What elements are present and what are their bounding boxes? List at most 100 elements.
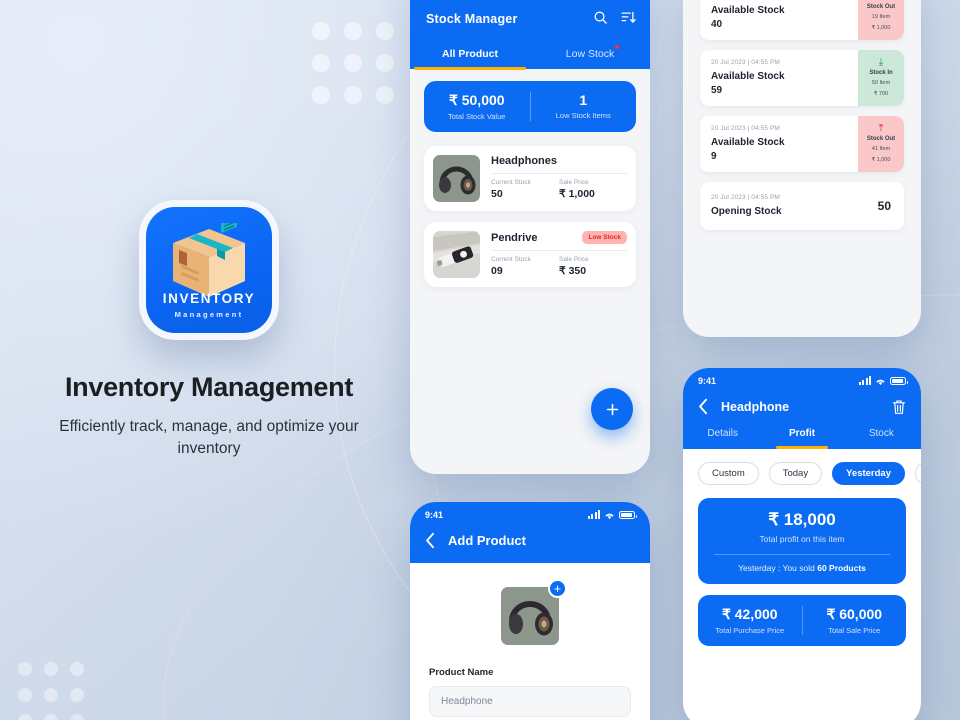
add-product-screen: 9:41 Add Product + Product Name Headphon… [410, 502, 650, 720]
arrow-up-icon: ⤒ [879, 0, 883, 2]
tab-stock[interactable]: Stock [842, 419, 921, 449]
page-subtitle: Efficiently track, manage, and optimize … [59, 418, 359, 458]
dot [44, 714, 58, 720]
list-item-content: Headphones Current Stock 50 Sale Price ₹… [491, 155, 627, 202]
app-logo-tile: INVENTORY Management [146, 207, 272, 333]
dot [18, 662, 32, 676]
stat-low-stock-items: 1 Low Stock Items [529, 92, 637, 121]
list-item[interactable]: Pendrive Low Stock Current Stock 09 Sale… [424, 222, 636, 287]
status-bar: 9:41 [410, 502, 650, 523]
history-label-text: Opening Stock [711, 205, 782, 217]
dot [44, 662, 58, 676]
dot [70, 714, 84, 720]
badge-qty: 41 Item [871, 145, 891, 152]
history-label-text: Available Stock [711, 137, 785, 148]
history-value: 40 [711, 18, 723, 30]
total-profit-caption: Total profit on this item [759, 534, 845, 544]
sold-count: 60 Products [817, 563, 866, 573]
sold-summary: Yesterday : You sold 60 Products [710, 555, 894, 584]
dot [376, 22, 394, 40]
search-icon[interactable] [593, 10, 608, 30]
stock-manager-tabs: All Product Low Stock [410, 40, 650, 70]
stock-history-list: 20 Jul 2023 | 04:55 PM Available Stock 40… [683, 0, 921, 230]
metric-value: 09 [491, 265, 503, 277]
badge-type: Stock In [869, 69, 893, 76]
list-item[interactable]: Headphones Current Stock 50 Sale Price ₹… [424, 146, 636, 211]
decorative-dot-grid-top [312, 22, 394, 104]
stock-manager-screen: Stock Manager All Product Low Stock ₹ 50… [410, 0, 650, 474]
history-value: 59 [711, 84, 723, 96]
stats-card: ₹ 50,000 Total Stock Value 1 Low Stock I… [424, 81, 636, 132]
timestamp: 20 Jul 2023 | 04:55 PM [711, 59, 780, 66]
sort-descending-icon[interactable] [621, 10, 636, 30]
stock-manager-body: ₹ 50,000 Total Stock Value 1 Low Stock I… [410, 69, 650, 310]
timestamp: 20 Jul 2023 | 04:55 PM [711, 125, 780, 132]
table-row[interactable]: 20 Jul 2023 | 04:55 PM Available Stock 9 … [700, 116, 904, 172]
stock-out-badge: ⤒ Stock Out 41 Item ₹ 1,000 [858, 116, 904, 172]
chip-custom[interactable]: Custom [698, 462, 759, 485]
trash-icon[interactable] [892, 399, 906, 415]
arrow-down-icon: ⤓ [878, 56, 884, 68]
metric-sale-price: Sale Price ₹ 1,000 [559, 179, 627, 200]
poster-canvas: INVENTORY Management Inventory Managemen… [0, 0, 960, 720]
tab-low-stock[interactable]: Low Stock [530, 40, 650, 69]
summary-value: ₹ 60,000 [826, 606, 883, 622]
history-label: Available Stock 9 [711, 136, 847, 163]
total-purchase-price: ₹ 42,000 Total Purchase Price [698, 606, 802, 635]
table-row[interactable]: 20 Jul 2023 | 04:55 PM Opening Stock 50 [700, 182, 904, 230]
metric-label: Sale Price [559, 179, 589, 186]
metric-label: Current Stock [491, 179, 531, 186]
badge-qty: 50 Item [871, 79, 891, 86]
dot [312, 22, 330, 40]
summary-value: ₹ 42,000 [721, 606, 778, 622]
product-photo-picker[interactable]: + [501, 579, 567, 645]
dot [344, 22, 362, 40]
tab-details[interactable]: Details [683, 419, 762, 449]
product-name: Headphone [721, 399, 790, 414]
cellular-signal-icon [858, 376, 871, 385]
branding-block: INVENTORY Management Inventory Managemen… [0, 200, 418, 461]
history-value: 50 [877, 199, 891, 213]
add-product-header: Add Product [410, 523, 650, 563]
metric-value: ₹ 1,000 [559, 188, 595, 200]
tab-label: Details [707, 428, 738, 439]
product-metrics: Current Stock 09 Sale Price ₹ 350 [491, 256, 627, 277]
product-name-label: Product Name [429, 667, 494, 678]
battery-icon [619, 511, 637, 519]
dot [376, 54, 394, 72]
stock-in-badge: ⤓ Stock In 50 Item ₹ 700 [858, 50, 904, 106]
stat-label: Low Stock Items [555, 111, 611, 120]
product-name-input[interactable]: Headphone [429, 686, 631, 717]
chevron-left-icon[interactable] [425, 532, 436, 549]
table-row[interactable]: 20 Jul 2023 | 04:55 PM Available Stock 59… [700, 50, 904, 106]
product-header: Headphone [683, 389, 921, 419]
summary-label: Total Sale Price [828, 626, 881, 635]
battery-icon [890, 377, 908, 385]
date-range-chips: Custom Today Yesterday [683, 449, 921, 485]
logo-subtitle: Management [174, 310, 244, 319]
chip-today[interactable]: Today [768, 462, 823, 485]
tab-all-product[interactable]: All Product [410, 40, 530, 70]
add-product-fab[interactable] [591, 388, 633, 430]
chip-yesterday[interactable]: Yesterday [832, 462, 905, 485]
status-bar: 9:41 [683, 368, 921, 389]
table-row[interactable]: 20 Jul 2023 | 04:55 PM Available Stock40… [700, 0, 904, 40]
chip-overflow[interactable] [915, 462, 921, 485]
dot [376, 86, 394, 104]
product-tabs: Details Profit Stock [683, 419, 921, 449]
header-actions [593, 10, 636, 30]
metric-sale-price: Sale Price ₹ 350 [559, 256, 627, 277]
product-metrics: Current Stock 50 Sale Price ₹ 1,000 [491, 179, 627, 200]
chevron-left-icon[interactable] [698, 398, 709, 415]
history-entry-main: 20 Jul 2023 | 04:55 PM Available Stock40 [700, 0, 858, 40]
dot [344, 86, 362, 104]
metric-current-stock: Current Stock 50 [491, 179, 559, 200]
status-time: 9:41 [425, 510, 444, 520]
metric-current-stock: Current Stock 09 [491, 256, 559, 277]
status-icons [858, 376, 908, 386]
app-logo: INVENTORY Management [139, 200, 279, 340]
plus-icon[interactable]: + [548, 579, 567, 598]
notification-dot-icon [615, 45, 620, 49]
tab-profit[interactable]: Profit [762, 419, 841, 449]
status-time: 9:41 [698, 376, 717, 386]
